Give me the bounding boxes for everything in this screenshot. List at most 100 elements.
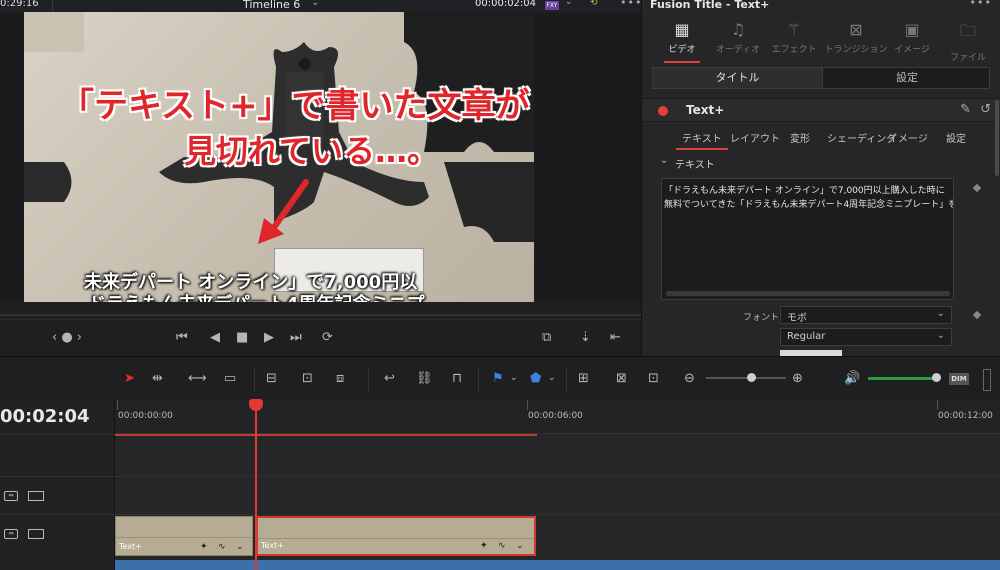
text-input-area[interactable]: 「ドラえもん未来デパート オンライン」で7,000円以上購入した時に 無料でつい…: [661, 178, 954, 300]
dynamic-trim-icon[interactable]: ⟷: [188, 371, 207, 386]
audio-link-icon[interactable]: ⟲: [590, 0, 604, 10]
track-video-icon[interactable]: [28, 529, 44, 539]
timeline-name[interactable]: Timeline 6: [243, 0, 300, 11]
tab-video[interactable]: ▦ ビデオ: [654, 18, 710, 63]
trim-tool-icon[interactable]: ⇹: [152, 371, 163, 386]
tab-audio[interactable]: ♫ オーディオ: [710, 18, 766, 60]
zoom-in-icon[interactable]: ⊕: [792, 371, 803, 386]
font-style-select[interactable]: Regular ⌄: [780, 328, 952, 346]
font-value: モボ: [787, 313, 807, 324]
timeline-area[interactable]: 00:00:00:00 00:00:06:00 00:00:12:00 Text…: [115, 400, 1000, 570]
track-v1[interactable]: Text+ ✦ ∿ ⌄ Text+ ✦ ∿ ⌄: [115, 514, 1000, 560]
audio-track-clip[interactable]: [115, 560, 1000, 570]
ruler-label-12: 00:00:12:00: [938, 411, 993, 421]
blade-tool-icon[interactable]: ▭: [224, 371, 236, 386]
match-frame-icon[interactable]: ⧉: [542, 330, 551, 345]
play-reverse-icon[interactable]: ◀: [210, 330, 220, 345]
tab-effects[interactable]: ⚚ エフェクト: [766, 18, 822, 60]
track-video-icon[interactable]: [28, 491, 44, 501]
position-lock-icon[interactable]: ⊓: [452, 371, 462, 386]
viewer-options-icon[interactable]: •••: [620, 0, 642, 9]
fusion-wand-icon[interactable]: ✎: [960, 102, 971, 117]
jog-control-icon[interactable]: ‹ ● ›: [52, 330, 82, 345]
clip-divider: [116, 537, 252, 538]
marker-chevron-icon[interactable]: ⌄: [548, 373, 556, 383]
track-lock-icon[interactable]: ⇔: [4, 529, 18, 539]
marker-icon[interactable]: ⬟: [530, 371, 541, 386]
zoom-slider[interactable]: [706, 377, 786, 379]
subtab-text[interactable]: テキスト: [676, 130, 728, 150]
go-to-end-icon[interactable]: ⏭: [290, 330, 302, 345]
zoom-full-icon[interactable]: ⊞: [578, 371, 589, 386]
segment-title[interactable]: タイトル: [653, 68, 823, 88]
tab-transition-label: トランジション: [824, 45, 888, 55]
viewer-timecode-left: 0:29:16: [0, 0, 39, 9]
font-chevron-icon: ⌄: [936, 308, 945, 319]
go-to-start-icon[interactable]: ⏮: [176, 330, 188, 345]
subtab-layout[interactable]: レイアウト: [730, 130, 780, 145]
volume-slider[interactable]: [868, 377, 936, 380]
inspector-tabs: ▦ ビデオ ♫ オーディオ ⚚ エフェクト ⊠ トランジション ▣ イメージ 🗀…: [642, 18, 1000, 63]
font-keyframe-icon[interactable]: [972, 310, 982, 320]
clip-effect-icon: ✦: [200, 542, 208, 552]
text-section-header[interactable]: ⌄ テキスト: [642, 155, 1000, 173]
enable-toggle-icon[interactable]: [658, 106, 668, 116]
tab-image[interactable]: ▣ イメージ: [884, 18, 940, 60]
replace-clip-icon[interactable]: ⧈: [336, 371, 344, 386]
text-plus-header[interactable]: Text+ ✎ ↺: [642, 98, 1000, 122]
clip-keyframe-icon: ⌄: [516, 541, 524, 551]
loop-icon[interactable]: ⟳: [322, 330, 333, 345]
overwrite-clip-icon[interactable]: ⊡: [302, 371, 313, 386]
subtab-shading[interactable]: シェーディング: [827, 130, 896, 145]
text-horizontal-scrollbar[interactable]: [666, 291, 950, 296]
text-plus-clip[interactable]: Text+ ✦ ∿ ⌄: [115, 516, 253, 556]
previous-edit-icon[interactable]: ⇤: [610, 330, 621, 345]
track-header-v3[interactable]: [0, 434, 115, 476]
play-icon[interactable]: ▶: [264, 330, 274, 345]
video-preview[interactable]: 「テキスト+」で書いた文章が 見切れている…。 未来デパート オンライン」で7,…: [24, 12, 534, 302]
text-plus-clip-selected[interactable]: Text+ ✦ ∿ ⌄: [256, 516, 536, 556]
tab-transition[interactable]: ⊠ トランジション: [824, 18, 888, 60]
reset-icon[interactable]: ↺: [980, 102, 991, 117]
inspector-options-icon[interactable]: •••: [970, 0, 992, 9]
linked-selection-icon[interactable]: ⛓: [416, 371, 433, 386]
flag-chevron-icon[interactable]: ⌄: [510, 373, 518, 383]
snapping-icon[interactable]: ↩: [384, 371, 395, 386]
insert-clip-icon[interactable]: ⊟: [266, 371, 277, 386]
ruler-label-0: 00:00:00:00: [118, 411, 173, 421]
scrubber-track[interactable]: [0, 314, 641, 316]
dim-button[interactable]: DIM: [949, 373, 969, 385]
zoom-slider-knob[interactable]: [747, 373, 756, 382]
volume-icon[interactable]: 🔊: [844, 371, 860, 386]
item-name: Text+: [686, 103, 725, 117]
section-chevron-icon[interactable]: ⌄: [660, 155, 668, 166]
track-header-v1[interactable]: ⇔: [0, 514, 115, 558]
playhead-marker-icon[interactable]: ⇣: [580, 330, 591, 345]
keyframe-diamond-icon[interactable]: [972, 183, 982, 193]
stop-icon[interactable]: ■: [236, 330, 248, 345]
title-settings-segment: タイトル 設定: [652, 67, 990, 89]
playhead-line[interactable]: [255, 400, 257, 570]
track-v2[interactable]: [115, 476, 1000, 514]
zoom-detail-icon[interactable]: ⊠: [616, 371, 627, 386]
zoom-out-icon[interactable]: ⊖: [684, 371, 695, 386]
zoom-custom-icon[interactable]: ⊡: [648, 371, 659, 386]
timeline-chevron-icon[interactable]: ⌄: [311, 0, 319, 8]
track-lock-icon[interactable]: ⇔: [4, 491, 18, 501]
timeline-ruler[interactable]: 00:00:00:00 00:00:06:00 00:00:12:00: [115, 400, 1000, 434]
inspector-scrollbar[interactable]: [995, 100, 999, 176]
flag-icon[interactable]: ⚑: [492, 371, 504, 386]
film-icon: ▦: [674, 20, 690, 39]
selection-tool-icon[interactable]: ➤: [124, 371, 135, 386]
fx-chevron-icon[interactable]: ⌄: [565, 0, 573, 7]
segment-settings[interactable]: 設定: [823, 68, 991, 88]
fx-badge-icon[interactable]: FXY: [545, 1, 559, 10]
viewer-scrubber[interactable]: [0, 302, 641, 320]
track-header-v2[interactable]: ⇔: [0, 476, 115, 514]
subtab-image[interactable]: イメージ: [888, 130, 928, 145]
subtab-transform[interactable]: 変形: [790, 130, 810, 145]
subtab-settings[interactable]: 設定: [946, 130, 966, 145]
volume-slider-knob[interactable]: [932, 373, 941, 382]
font-select[interactable]: モボ ⌄: [780, 306, 952, 324]
tab-file[interactable]: 🗀 ファイル: [940, 18, 996, 63]
